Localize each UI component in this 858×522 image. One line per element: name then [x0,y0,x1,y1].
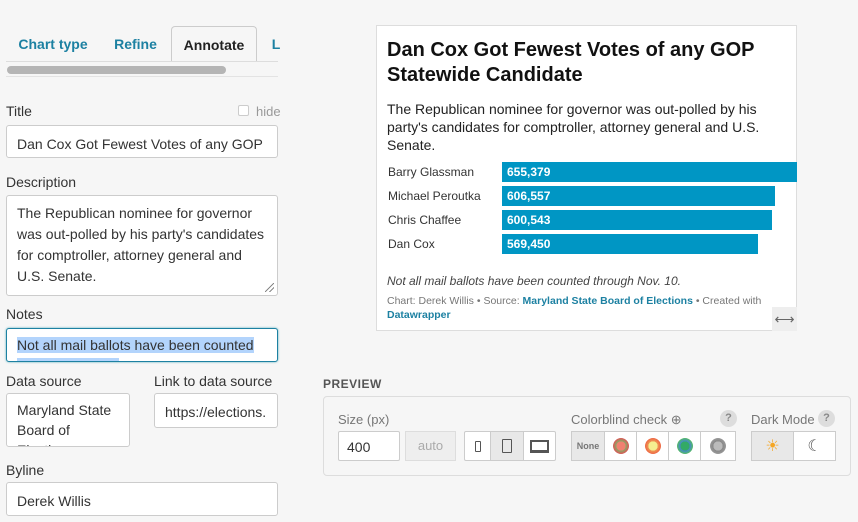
tab-divider [6,61,278,62]
sun-icon: ☀ [765,438,780,455]
chart-title: Dan Cox Got Fewest Votes of any GOP Stat… [387,39,755,86]
tab-annotate[interactable]: Annotate [171,26,257,62]
notes-label: Notes [6,306,43,322]
size-label: Size (px) [338,412,390,427]
bar-row: Chris Chaffee 600,543 [388,210,798,230]
preview-heading: PREVIEW [323,377,382,391]
tab-layout[interactable]: L [266,26,286,62]
desktop-icon [530,439,549,453]
bar-row: Dan Cox 569,450 [388,234,798,254]
colorblind-grayscale-button[interactable] [700,431,736,461]
byline-input[interactable]: Derek Willis [6,482,278,516]
tab-chart-type[interactable]: Chart type [8,26,98,62]
colorblind-deuteranopia-button[interactable] [636,431,669,461]
grayscale-dots-icon [710,438,726,454]
bar-label: Michael Peroutka [388,189,481,203]
data-source-label: Data source [6,373,82,389]
colorblind-label: Colorblind check ⊕ [571,412,682,427]
size-input[interactable]: 400 [338,431,400,461]
description-label: Description [6,174,77,190]
protanopia-dots-icon [612,438,629,454]
bar-row: Michael Peroutka 606,557 [388,186,798,206]
resize-handle-icon[interactable] [265,283,274,292]
colorblind-protanopia-button[interactable] [604,431,637,461]
tab-refine[interactable]: Refine [103,26,168,62]
datawrapper-link[interactable]: Datawrapper [387,309,451,321]
mobile-size-button[interactable] [464,431,491,461]
byline-label: Byline [6,462,45,478]
moon-icon: ☾ [807,438,822,455]
desktop-size-button[interactable] [523,431,556,461]
tablet-size-button[interactable] [490,431,524,461]
chart-footer: Chart: Derek Willis • Source: Maryland S… [387,294,767,322]
data-source-input[interactable]: Maryland State Board of Elections [6,393,130,447]
hide-label: hide [256,104,281,119]
bar-label: Dan Cox [388,237,435,251]
chart-description: The Republican nominee for governor was … [387,101,760,153]
notes-input[interactable]: Not all mail ballots have been counted t… [6,328,278,362]
tritanopia-dots-icon [676,438,693,454]
title-input[interactable]: Dan Cox Got Fewest Votes of any GOP Stat… [6,125,278,158]
divider [6,76,278,77]
accessibility-icon: ⊕ [670,412,682,427]
tablet-icon [502,439,512,453]
colorblind-help-icon[interactable]: ? [720,410,737,427]
horizontal-scrollbar[interactable] [7,66,226,74]
deuteranopia-dots-icon [644,438,661,454]
bar: 606,557 [502,186,776,206]
description-textarea[interactable]: The Republican nominee for governor was … [6,195,278,296]
bar-row: Barry Glassman 655,379 [388,162,798,182]
dark-mode-button[interactable]: ☾ [793,431,836,461]
colorblind-tritanopia-button[interactable] [668,431,701,461]
dark-mode-label: Dark Mode [751,412,815,427]
footer-byline: Chart: Derek Willis • Source: [387,295,523,307]
phone-icon [474,440,481,452]
bar: 600,543 [502,210,773,230]
resize-width-button[interactable]: ⟷ [772,307,797,331]
bar-label: Chris Chaffee [388,213,462,227]
footer-source-link[interactable]: Maryland State Board of Elections [523,295,693,307]
footer-created: • Created with [692,295,762,307]
colorblind-none-button[interactable]: None [571,431,605,461]
chart-preview: Dan Cox Got Fewest Votes of any GOP Stat… [376,25,797,331]
link-label: Link to data source [154,373,273,389]
bar: 569,450 [502,234,759,254]
link-input[interactable]: https://elections. [154,393,278,428]
bar: 655,379 [502,162,797,182]
auto-button[interactable]: auto [405,431,456,461]
dark-mode-help-icon[interactable]: ? [818,410,835,427]
title-label: Title [6,103,32,119]
chart-notes: Not all mail ballots have been counted t… [387,274,681,288]
bar-label: Barry Glassman [388,165,475,179]
hide-checkbox[interactable] [238,105,249,116]
notes-text: Not all mail ballots have been counted t… [17,337,254,361]
light-mode-button[interactable]: ☀ [751,431,794,461]
